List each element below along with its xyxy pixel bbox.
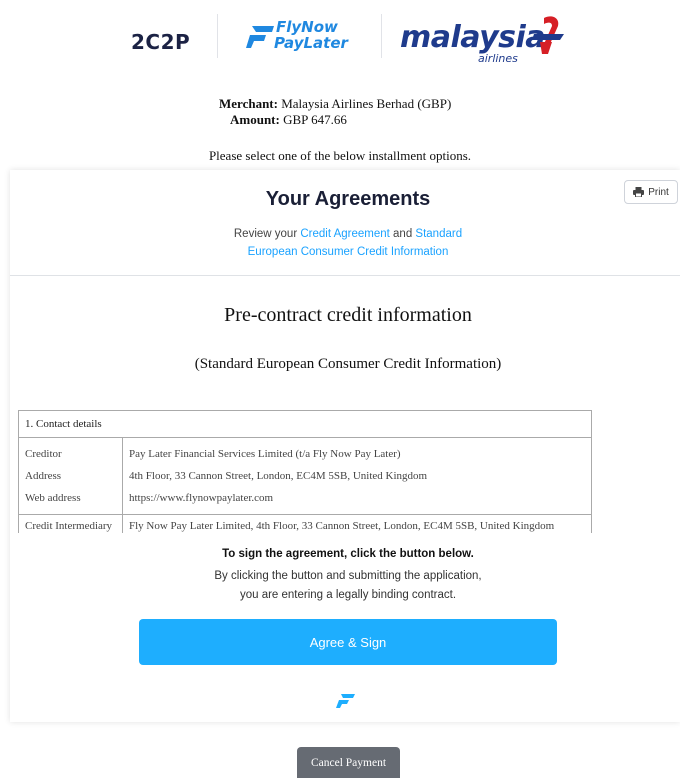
flynow-mark-icon [246,26,274,48]
sign-disclaimer: By clicking the button and submitting th… [10,567,680,605]
sign-heading: To sign the agreement, click the button … [222,548,474,560]
agreements-card: Your Agreements Print Review your Credit… [10,170,680,722]
agreement-document-viewer[interactable]: Pre-contract credit information (Standar… [10,276,680,533]
logo-divider [217,14,218,58]
paylater-text: PayLater [274,34,348,52]
creditor-label: Creditor [25,448,62,460]
web-address-value: https://www.flynowpaylater.com [129,492,274,504]
credit-agreement-link[interactable]: Credit Agreement [300,228,390,240]
web-address-label: Web address [25,492,81,504]
sign-line-2: you are entering a legally binding contr… [239,589,457,601]
merchant-value: Malaysia Airlines Berhad (GBP) [281,96,452,111]
table-row: Credit Intermediary Fly Now Pay Later Li… [18,514,592,533]
cancel-payment-button[interactable]: Cancel Payment [297,747,400,778]
flynow-wordmark: FlyNow PayLater [274,18,348,52]
malaysia-wing-icon [532,16,564,54]
sign-line-1: By clicking the button and submitting th… [214,570,482,582]
merchant-label: Merchant: [219,96,278,111]
value-cell: Pay Later Financial Services Limited (t/… [122,437,592,515]
printer-icon [633,187,645,197]
agree-sign-button[interactable]: Agree & Sign [139,619,557,665]
flynow-mark-icon [336,694,355,708]
amount-label: Amount: [230,112,280,127]
amount-row: Amount: GBP 647.66 [230,112,347,128]
label-cell: Creditor Address Web address [18,437,123,515]
airlines-wordmark: airlines [478,52,518,65]
document-title: Pre-contract credit information [224,304,472,326]
malaysia-wordmark: malaysia [400,20,546,55]
intermediary-label: Credit Intermediary [18,514,123,533]
brand-header: 2C2P FlyNow PayLater malaysia airlines [0,8,680,66]
installment-instruction: Please select one of the below installme… [208,148,472,163]
flynow-text: FlyNow [276,18,338,36]
logo-divider [381,14,382,58]
amount-value: GBP 647.66 [283,112,347,127]
address-value: 4th Floor, 33 Cannon Street, London, EC4… [129,470,428,482]
review-prefix: Review your [233,228,301,240]
logo-flynowpaylater: FlyNow PayLater [246,18,356,58]
print-button[interactable]: Print [624,180,678,204]
logo-2c2p: 2C2P [131,30,191,54]
document-subtitle: (Standard European Consumer Credit Infor… [194,356,502,372]
agreements-title: Your Agreements [265,188,431,210]
merchant-row: Merchant: Malaysia Airlines Berhad (GBP) [219,96,451,112]
address-label: Address [25,470,62,482]
agreements-review-text: Review your Credit Agreement and Standar… [210,225,486,261]
logo-malaysia-airlines: malaysia airlines [400,14,570,65]
table-row: Creditor Address Web address Pay Later F… [18,437,592,515]
table-row: 1. Contact details [18,410,592,438]
contact-details-table: 1. Contact details Creditor Address Web … [18,410,592,533]
creditor-value: Pay Later Financial Services Limited (t/… [129,448,401,460]
section-header: 1. Contact details [18,410,592,438]
review-and: and [389,228,416,240]
print-label: Print [648,186,669,198]
intermediary-value: Fly Now Pay Later Limited, 4th Floor, 33… [122,514,592,533]
